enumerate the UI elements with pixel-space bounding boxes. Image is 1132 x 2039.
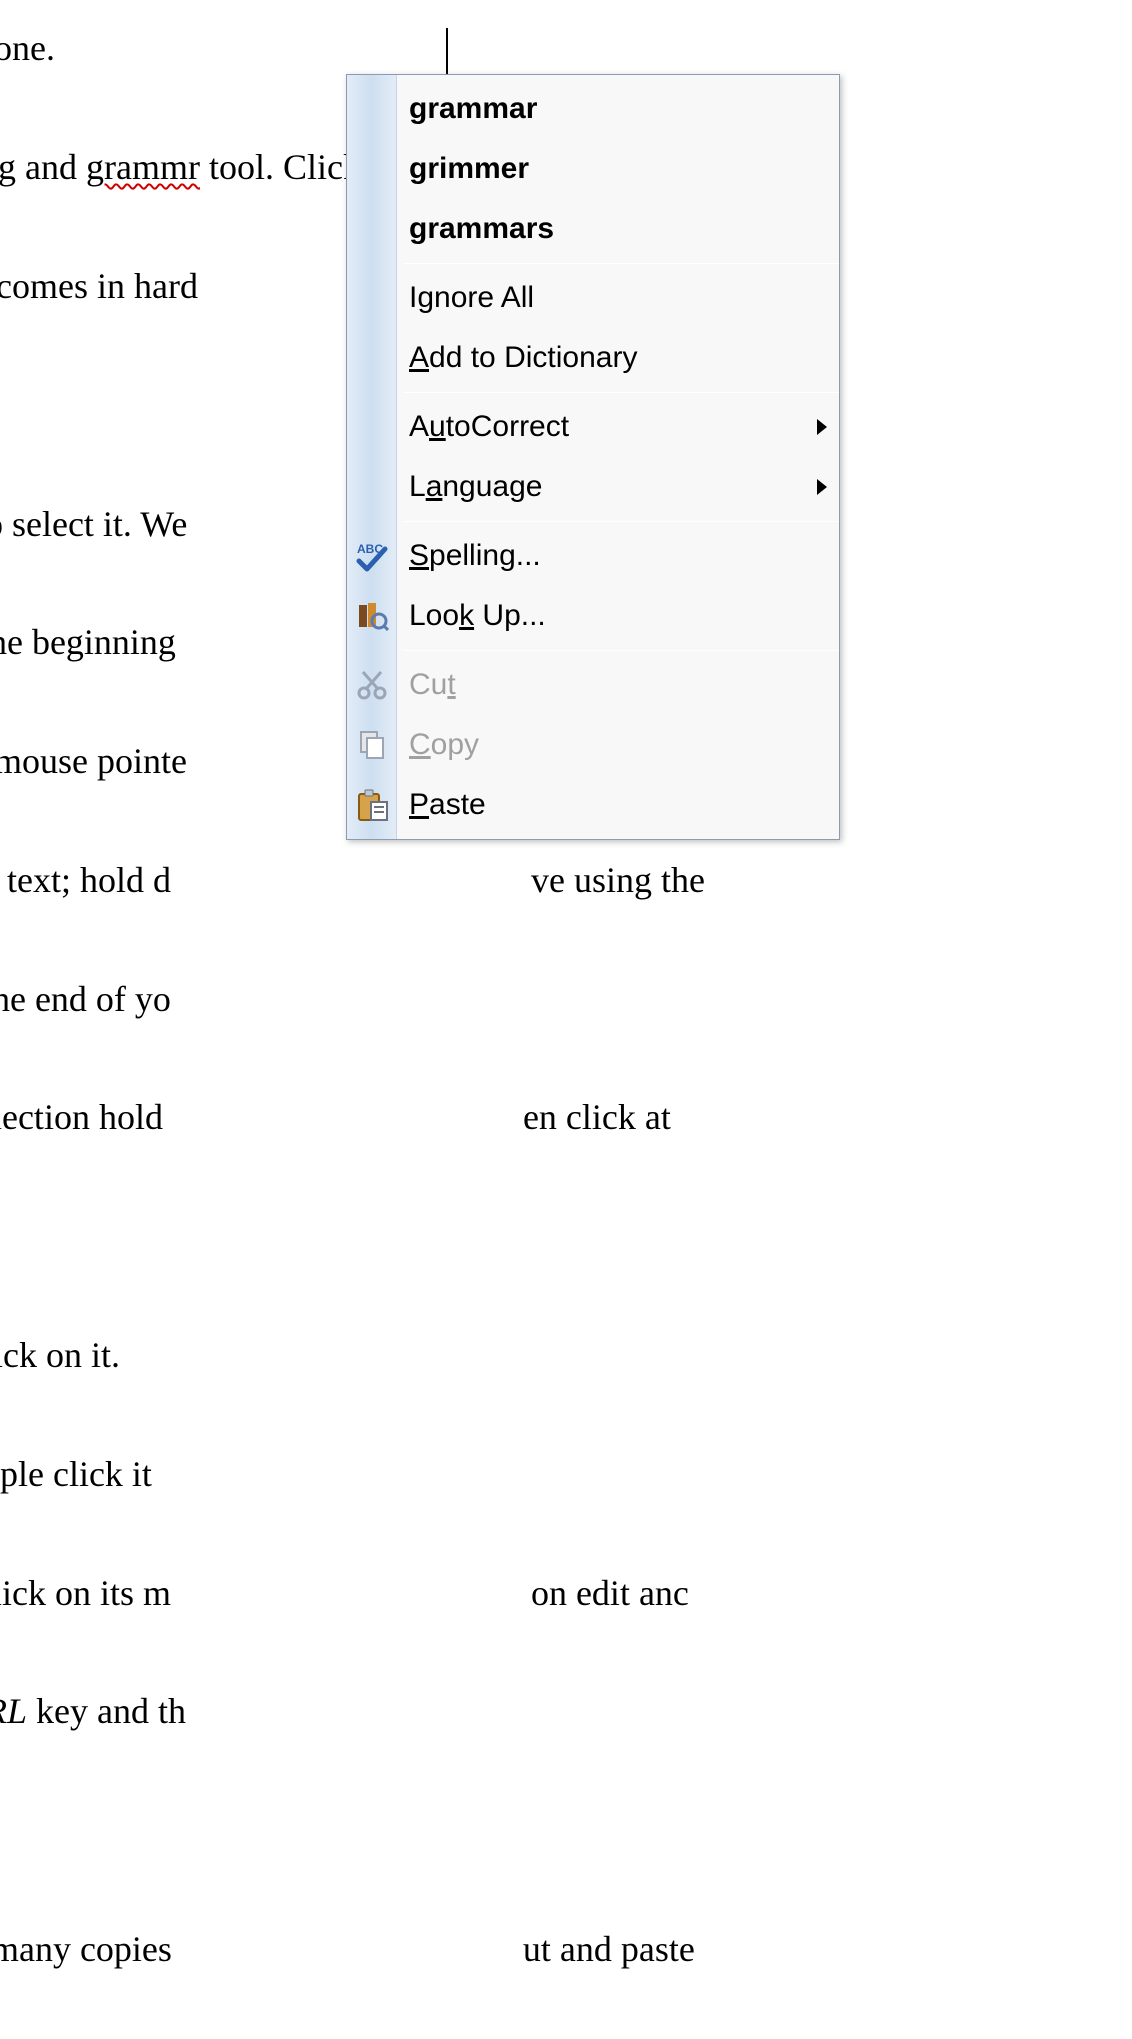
autocorrect-item[interactable]: AutoCorrect (347, 397, 839, 457)
text-line: ach the end of yo (0, 970, 1132, 1029)
text-line: your text; hold d ve using the (0, 851, 1132, 910)
lookup-icon (355, 599, 389, 633)
text-line: ent, click on its m on edit anc (0, 1564, 1132, 1623)
cut-item: Cut (347, 655, 839, 715)
text-line: ct one. (0, 19, 1132, 78)
menu-separator (403, 521, 839, 522)
text-line: ph triple click it (0, 1445, 1132, 1504)
submenu-arrow-icon (817, 479, 827, 495)
look-up-item[interactable]: Look Up... (347, 586, 839, 646)
text-line: ion (0, 1801, 1132, 1860)
suggestion-grammars[interactable]: grammars (347, 199, 839, 259)
text-line: CTRL key and th (0, 1682, 1132, 1741)
copy-item: Copy (347, 715, 839, 775)
text-line (0, 1207, 1132, 1266)
paste-icon (355, 788, 389, 822)
ignore-all-item[interactable]: Ignore All (347, 268, 839, 328)
spelling-error[interactable]: grammr (86, 147, 200, 187)
menu-separator (403, 650, 839, 651)
menu-separator (403, 263, 839, 264)
text-cursor (446, 28, 448, 76)
text-line: ur selection hold en click at (0, 1088, 1132, 1147)
scissors-icon (355, 668, 389, 702)
text-line: duce many copies ut and paste (0, 1920, 1132, 1979)
spelling-item[interactable]: ABC Spelling... (347, 526, 839, 586)
text-line: le click on it. (0, 1326, 1132, 1385)
spelling-context-menu: grammar grimmer grammars Ignore All Add … (346, 74, 840, 840)
suggestion-grimmer[interactable]: grimmer (347, 139, 839, 199)
submenu-arrow-icon (817, 419, 827, 435)
language-item[interactable]: Language (347, 457, 839, 517)
copy-icon (355, 728, 389, 762)
suggestion-grammar[interactable]: grammar (347, 79, 839, 139)
menu-separator (403, 392, 839, 393)
paste-item[interactable]: Paste (347, 775, 839, 835)
add-to-dictionary-item[interactable]: Add to Dictionary (347, 328, 839, 388)
spellcheck-icon: ABC (355, 539, 389, 573)
